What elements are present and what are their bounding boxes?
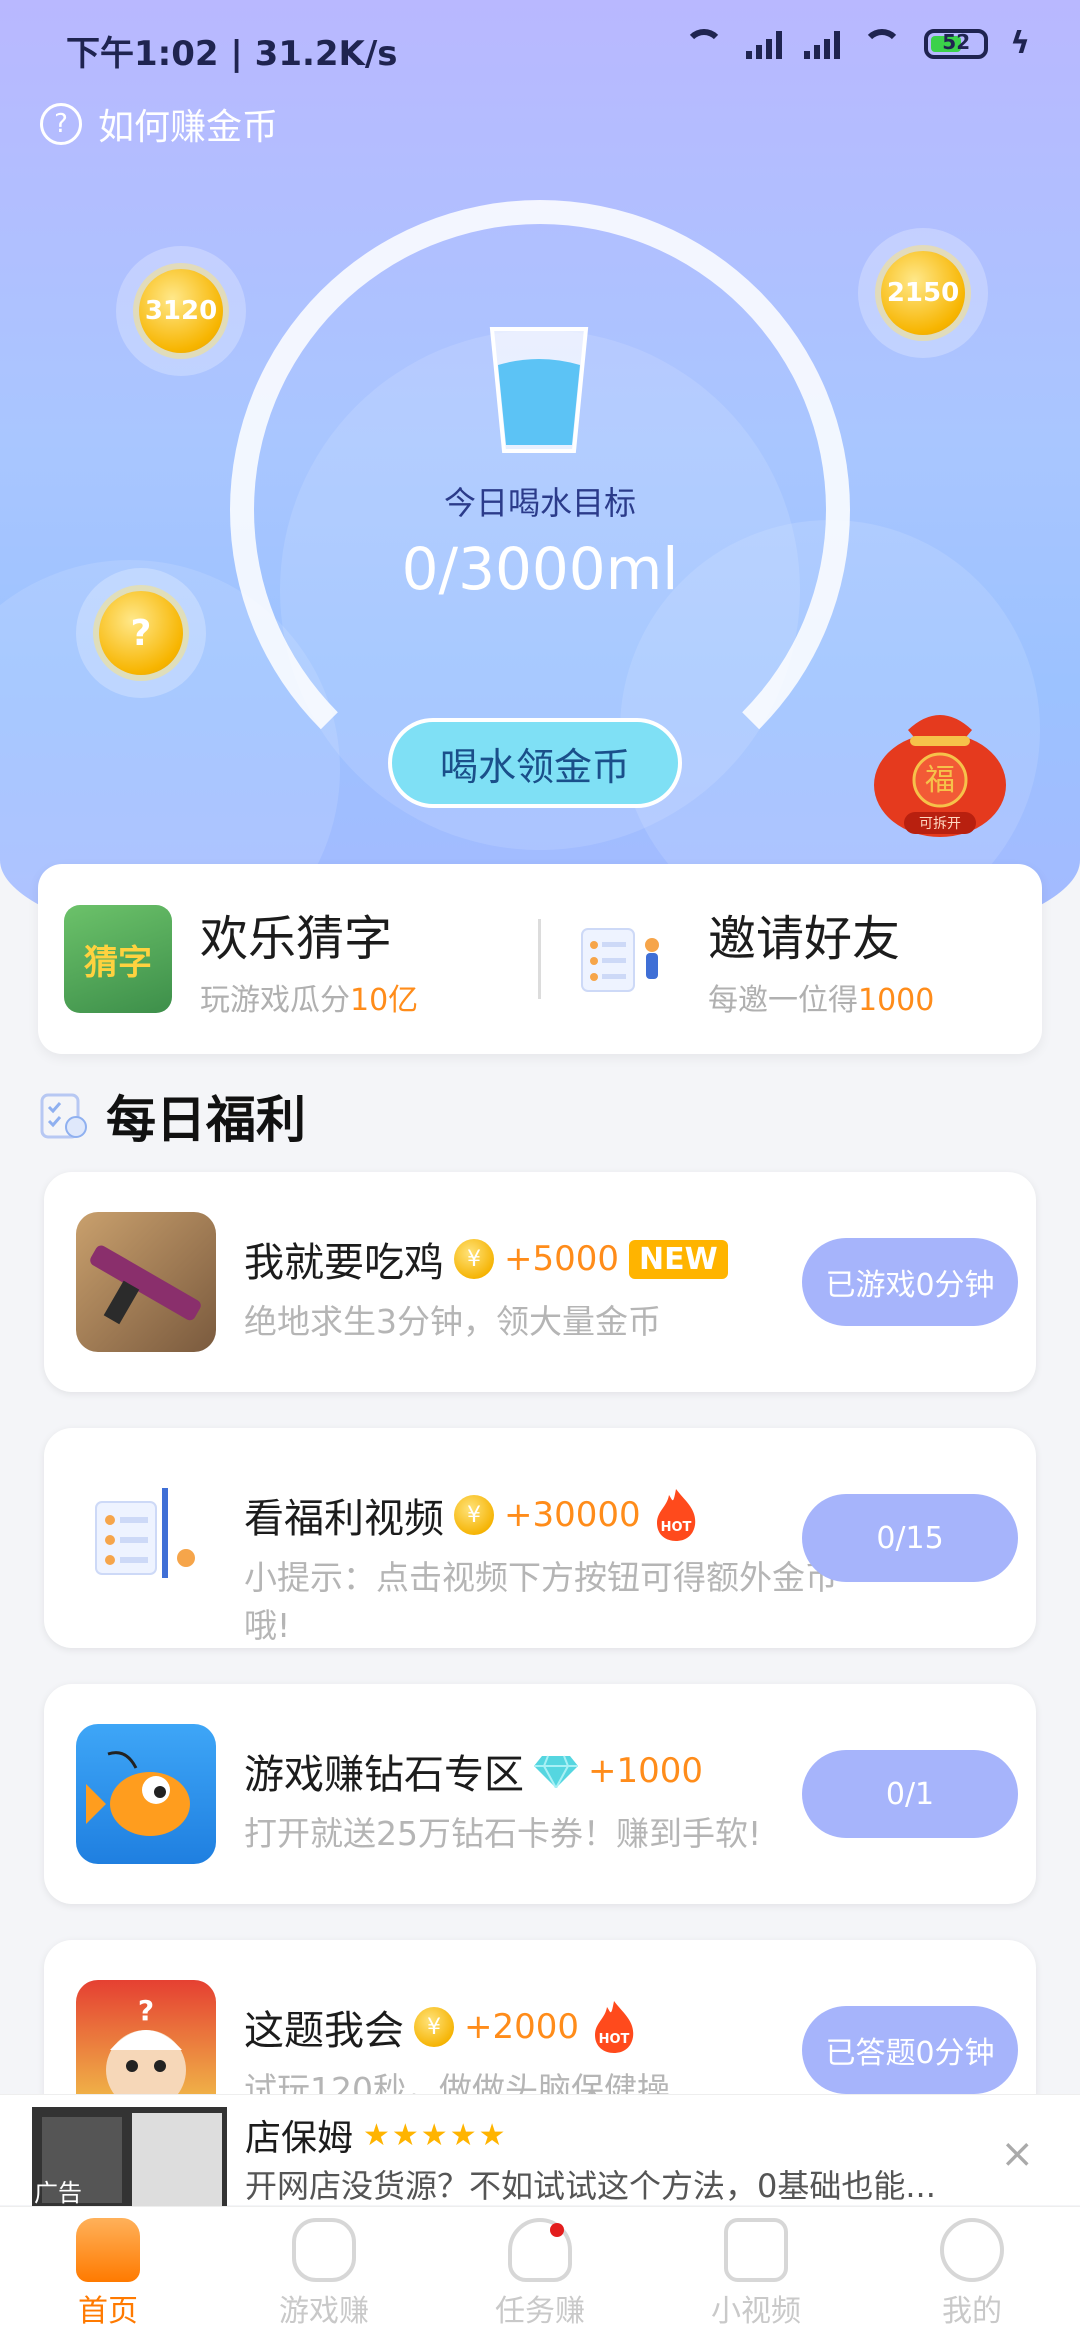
task-action-button[interactable]: 已游戏0分钟 xyxy=(802,1238,1018,1326)
tab-short-video[interactable]: 小视频 xyxy=(648,2207,864,2341)
svg-text:?: ? xyxy=(138,1994,154,2027)
tab-label: 首页 xyxy=(78,2294,138,2329)
gold-coin-icon: ¥ xyxy=(414,2007,454,2047)
section-title: 每日福利 xyxy=(106,1091,306,1149)
battery-icon: 52 xyxy=(924,28,989,59)
coin-icon: 3120 xyxy=(139,269,223,353)
task-reward: +1000 xyxy=(588,1751,704,1791)
gold-coin-icon: ¥ xyxy=(454,1495,494,1535)
status-time: 下午1:02 | 31.2K/s xyxy=(66,34,398,74)
coin-icon: ? xyxy=(99,591,183,675)
floating-coin-3120[interactable]: 3120 xyxy=(116,246,246,376)
tab-label: 游戏赚 xyxy=(279,2294,369,2329)
task-card-diamond-zone[interactable]: 游戏赚钻石专区 +1000 打开就送25万钻石卡券！赚到手软! 0/1 xyxy=(44,1684,1036,1904)
lucky-bag-icon[interactable]: 福 可拆开 xyxy=(870,690,1010,840)
daily-welfare-header: 每日福利 xyxy=(38,1080,306,1152)
lucky-bag-label: 可拆开 xyxy=(919,816,961,832)
ad-label: 广告 xyxy=(34,2179,82,2207)
task-reward: +5000 xyxy=(504,1239,620,1279)
task-name: 这题我会 xyxy=(244,2008,404,2054)
signal-icon xyxy=(746,29,783,59)
how-to-earn-label: 如何赚金币 xyxy=(98,107,279,148)
task-description: 小提示：点击视频下方按钮可得额外金币哦! xyxy=(244,1558,838,1645)
drink-water-button[interactable]: 喝水领金币 xyxy=(388,718,682,808)
task-name: 看福利视频 xyxy=(244,1496,444,1542)
ad-banner[interactable]: 广告 店保姆 ★★★★★ 开网店没货源？不如试试这个方法，0基础也能... × xyxy=(0,2094,1080,2213)
promo-invite-friends[interactable]: 邀请好友 每邀一位得1000 xyxy=(572,864,934,1054)
promo-subtitle: 每邀一位得1000 xyxy=(708,983,935,1018)
video-icon xyxy=(724,2218,788,2282)
tab-label: 小视频 xyxy=(711,2294,801,2329)
tab-game-earn[interactable]: 游戏赚 xyxy=(216,2207,432,2341)
ad-name: 店保姆 xyxy=(245,2118,354,2159)
task-card-chicken[interactable]: 我就要吃鸡 ¥ +5000 NEW 绝地求生3分钟，领大量金币 已游戏0分钟 xyxy=(44,1172,1036,1392)
wifi-icon xyxy=(684,28,725,59)
gold-coin-icon: ¥ xyxy=(454,1239,494,1279)
task-reward: +30000 xyxy=(504,1495,641,1535)
tab-mine[interactable]: 我的 xyxy=(864,2207,1080,2341)
question-icon: ? xyxy=(40,103,82,145)
hot-flame-icon: HOT xyxy=(595,2001,634,2053)
promo-title: 邀请好友 xyxy=(708,911,901,967)
close-icon[interactable]: × xyxy=(1000,2131,1034,2177)
water-goal-label: 今日喝水目标 xyxy=(443,484,636,522)
charging-icon: ϟ xyxy=(1010,26,1030,61)
guess-word-game-icon: 猜字 xyxy=(64,905,172,1013)
tab-task-earn[interactable]: 任务赚 xyxy=(432,2207,648,2341)
rating-stars: ★★★★★ xyxy=(363,2117,508,2153)
task-name: 游戏赚钻石专区 xyxy=(244,1752,524,1798)
signal-hd-icon xyxy=(804,29,841,59)
notification-dot xyxy=(550,2223,564,2237)
how-to-earn-link[interactable]: ? 如何赚金币 xyxy=(40,98,278,150)
promo-guess-word[interactable]: 猜字 欢乐猜字 玩游戏瓜分10亿 xyxy=(64,864,418,1054)
tab-label: 任务赚 xyxy=(495,2294,585,2329)
floating-coin-2150[interactable]: 2150 xyxy=(858,228,988,358)
coin-icon: 2150 xyxy=(881,251,965,335)
hot-flame-icon: HOT xyxy=(656,1489,695,1541)
hot-label: HOT xyxy=(660,1520,691,1535)
task-name: 我就要吃鸡 xyxy=(244,1240,444,1286)
promo-subtitle: 玩游戏瓜分10亿 xyxy=(200,983,419,1018)
hot-label: HOT xyxy=(599,2032,630,2047)
home-icon xyxy=(76,2218,140,2282)
task-action-button[interactable]: 已答题0分钟 xyxy=(802,2006,1018,2094)
task-action-button[interactable]: 0/1 xyxy=(802,1750,1018,1838)
promo-card: 猜字 欢乐猜字 玩游戏瓜分10亿 邀请好友 每邀一位得1000 xyxy=(38,864,1042,1054)
ad-text: 开网店没货源？不如试试这个方法，0基础也能... xyxy=(245,2167,936,2205)
tab-home[interactable]: 首页 xyxy=(0,2207,216,2341)
task-card-welfare-video[interactable]: 看福利视频 ¥ +30000 HOT 小提示：点击视频下方按钮可得额外金币哦! … xyxy=(44,1428,1036,1648)
new-badge: NEW xyxy=(629,1239,728,1279)
task-description: 打开就送25万钻石卡券！赚到手软! xyxy=(244,1814,762,1853)
profile-icon xyxy=(940,2218,1004,2282)
welfare-video-icon xyxy=(76,1468,216,1608)
goldfish-game-icon xyxy=(76,1724,216,1864)
promo-divider xyxy=(538,919,541,999)
task-action-button[interactable]: 0/15 xyxy=(802,1494,1018,1582)
task-reward: +2000 xyxy=(464,2007,580,2047)
water-cup-icon xyxy=(489,327,589,453)
diamond-icon xyxy=(534,1755,578,1788)
task-description: 绝地求生3分钟，领大量金币 xyxy=(244,1302,661,1341)
floating-coin-mystery[interactable]: ? xyxy=(76,568,206,698)
pubg-game-icon xyxy=(76,1212,216,1352)
hotspot-icon xyxy=(862,28,903,59)
checklist-icon xyxy=(40,1093,87,1139)
promo-title: 欢乐猜字 xyxy=(200,911,393,967)
tab-label: 我的 xyxy=(942,2294,1002,2329)
lucky-bag-char: 福 xyxy=(925,763,955,798)
status-bar: 下午1:02 | 31.2K/s 52 ϟ xyxy=(0,0,1080,96)
invite-friends-icon xyxy=(581,928,659,992)
gamepad-icon xyxy=(292,2218,356,2282)
bottom-tab-bar: 首页 游戏赚 任务赚 小视频 我的 xyxy=(0,2206,1080,2341)
